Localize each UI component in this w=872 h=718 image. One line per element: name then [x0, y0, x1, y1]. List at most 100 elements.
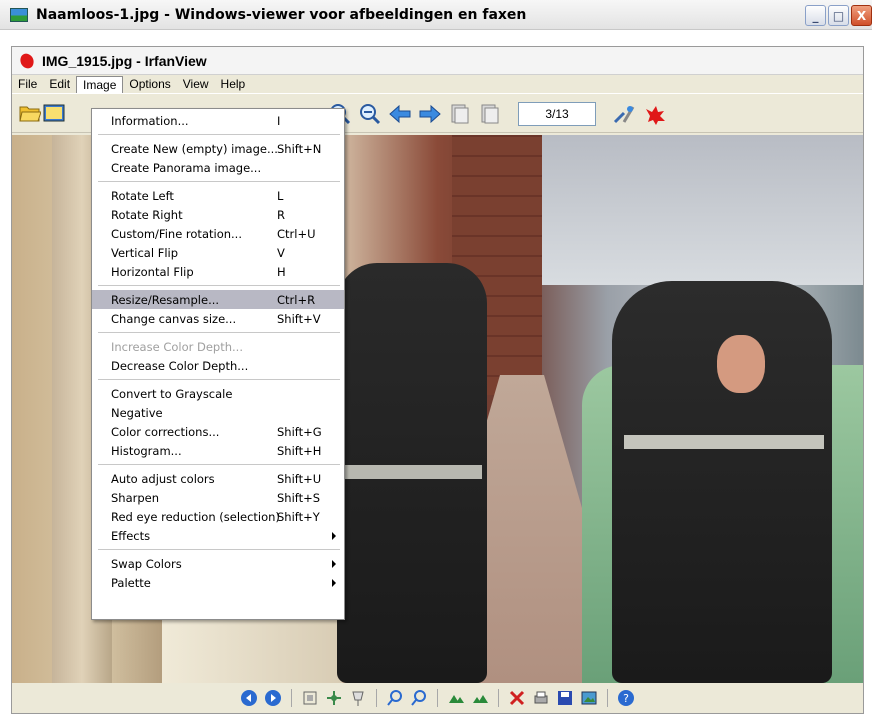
menu-item-shortcut: Shift+Y — [277, 509, 320, 524]
menu-item-shortcut: Shift+N — [277, 141, 322, 156]
menu-item-label: Swap Colors — [111, 556, 182, 571]
menu-item-shortcut: Ctrl+R — [277, 292, 316, 307]
menu-item-vertical-flip[interactable]: Vertical Flip V — [92, 243, 344, 262]
photo-firefighter-right-stripe — [624, 435, 824, 449]
menu-item-convert-to-grayscale[interactable]: Convert to Grayscale — [92, 384, 344, 403]
menu-item-color-corrections[interactable]: Color corrections... Shift+G — [92, 422, 344, 441]
menu-item-histogram[interactable]: Histogram... Shift+H — [92, 441, 344, 460]
menu-item-auto-adjust-colors[interactable]: Auto adjust colors Shift+U — [92, 469, 344, 488]
menu-bar: File Edit Image Options View Help — [12, 75, 863, 93]
menu-edit[interactable]: Edit — [43, 76, 76, 92]
menu-item-label: Horizontal Flip — [111, 264, 194, 279]
menu-image[interactable]: Image — [76, 75, 124, 93]
close-button[interactable]: X — [851, 5, 872, 26]
irfanview-about-icon[interactable] — [642, 102, 666, 126]
previous-image-icon[interactable] — [388, 102, 412, 126]
menu-item-rotate-right[interactable]: Rotate Right R — [92, 205, 344, 224]
menu-item-create-new-empty-image[interactable]: Create New (empty) image... Shift+N — [92, 139, 344, 158]
menu-item-label: Rotate Left — [111, 188, 174, 203]
menu-item-resize-resample[interactable]: Resize/Resample... Ctrl+R — [92, 290, 344, 309]
submenu-arrow-icon — [332, 560, 336, 568]
menu-item-custom-fine-rotation[interactable]: Custom/Fine rotation... Ctrl+U — [92, 224, 344, 243]
irfanview-logo-icon — [18, 52, 36, 70]
menu-item-information[interactable]: Information... I — [92, 111, 344, 130]
zoom-in-icon[interactable] — [385, 688, 405, 708]
menu-item-shortcut: V — [277, 245, 285, 260]
outer-window-title: Naamloos-1.jpg - Windows-viewer voor afb… — [36, 6, 527, 23]
menu-item-shortcut: Shift+V — [277, 311, 321, 326]
viewer-bottom-toolbar: ? — [12, 683, 863, 713]
menu-item-label: Palette — [111, 575, 151, 590]
fullscreen-icon[interactable] — [324, 688, 344, 708]
menu-item-shortcut: H — [277, 264, 286, 279]
zoom-out-icon[interactable] — [409, 688, 429, 708]
first-page-icon[interactable] — [448, 102, 472, 126]
next-image-icon[interactable] — [418, 102, 442, 126]
menu-item-label: Effects — [111, 528, 151, 543]
photo-firefighter-left-stripe — [342, 465, 482, 479]
last-page-icon[interactable] — [478, 102, 502, 126]
menu-item-change-canvas-size[interactable]: Change canvas size... Shift+V — [92, 309, 344, 328]
menu-view[interactable]: View — [177, 76, 215, 92]
menu-options[interactable]: Options — [123, 76, 176, 92]
menu-item-shortcut: I — [277, 113, 281, 128]
pin-icon[interactable] — [348, 688, 368, 708]
open-folder-icon[interactable] — [18, 101, 42, 125]
toolbar-separator — [376, 689, 377, 707]
menu-item-shortcut: Shift+G — [277, 424, 322, 439]
maximize-button[interactable]: □ — [828, 5, 849, 26]
fit-icon[interactable] — [300, 688, 320, 708]
minimize-button[interactable]: _ — [805, 5, 826, 26]
menu-item-effects[interactable]: Effects — [92, 526, 344, 545]
menu-item-label: Information... — [111, 113, 189, 128]
toolbar-right-group: 3/13 — [328, 102, 666, 126]
menu-file[interactable]: File — [12, 76, 43, 92]
menu-item-rotate-left[interactable]: Rotate Left L — [92, 186, 344, 205]
menu-item-label: Convert to Grayscale — [111, 386, 233, 401]
delete-icon[interactable] — [507, 688, 527, 708]
properties-tools-icon[interactable] — [612, 102, 636, 126]
menu-item-create-panorama-image[interactable]: Create Panorama image... — [92, 158, 344, 177]
image-menu-dropdown: Information... I Create New (empty) image.… — [91, 108, 345, 620]
submenu-arrow-icon — [332, 579, 336, 587]
rotate-left-icon[interactable] — [446, 688, 466, 708]
toolbar-separator — [437, 689, 438, 707]
menu-item-decrease-color-depth[interactable]: Decrease Color Depth... — [92, 356, 344, 375]
photo-firefighter-face — [717, 335, 765, 393]
print-icon[interactable] — [531, 688, 551, 708]
page-counter-field[interactable]: 3/13 — [518, 102, 596, 126]
menu-item-sharpen[interactable]: Sharpen Shift+S — [92, 488, 344, 507]
menu-item-palette[interactable]: Palette — [92, 573, 344, 592]
menu-item-label: Rotate Right — [111, 207, 183, 222]
help-icon[interactable]: ? — [616, 688, 636, 708]
menu-item-shortcut: L — [277, 188, 284, 203]
menu-help[interactable]: Help — [215, 76, 252, 92]
menu-item-horizontal-flip[interactable]: Horizontal Flip H — [92, 262, 344, 281]
menu-item-swap-colors[interactable]: Swap Colors — [92, 554, 344, 573]
photo-sky — [532, 135, 863, 285]
svg-text:?: ? — [623, 692, 629, 705]
menu-item-red-eye-reduction-selection[interactable]: Red eye reduction (selection) Shift+Y — [92, 507, 344, 526]
thumbnails-icon[interactable] — [42, 101, 66, 125]
outer-title-bar: Naamloos-1.jpg - Windows-viewer voor afb… — [0, 0, 872, 30]
menu-separator — [98, 134, 340, 135]
menu-item-negative[interactable]: Negative — [92, 403, 344, 422]
irfanview-title-bar: IMG_1915.jpg - IrfanView — [12, 47, 863, 75]
menu-item-label: Negative — [111, 405, 163, 420]
rotate-right-icon[interactable] — [470, 688, 490, 708]
outer-viewer-body: IMG_1915.jpg - IrfanView File Edit Image Op… — [0, 30, 872, 718]
toolbar-separator — [607, 689, 608, 707]
menu-item-increase-color-depth: Increase Color Depth... — [92, 337, 344, 356]
edit-icon[interactable] — [579, 688, 599, 708]
menu-separator — [98, 549, 340, 550]
next-icon[interactable] — [263, 688, 283, 708]
menu-item-shortcut: Shift+H — [277, 443, 322, 458]
toolbar-separator — [498, 689, 499, 707]
previous-icon[interactable] — [239, 688, 259, 708]
zoom-out-icon[interactable] — [358, 102, 382, 126]
window-controls: _ □ X — [805, 5, 872, 26]
save-icon[interactable] — [555, 688, 575, 708]
menu-separator — [98, 332, 340, 333]
menu-item-shortcut: R — [277, 207, 285, 222]
menu-separator — [98, 464, 340, 465]
